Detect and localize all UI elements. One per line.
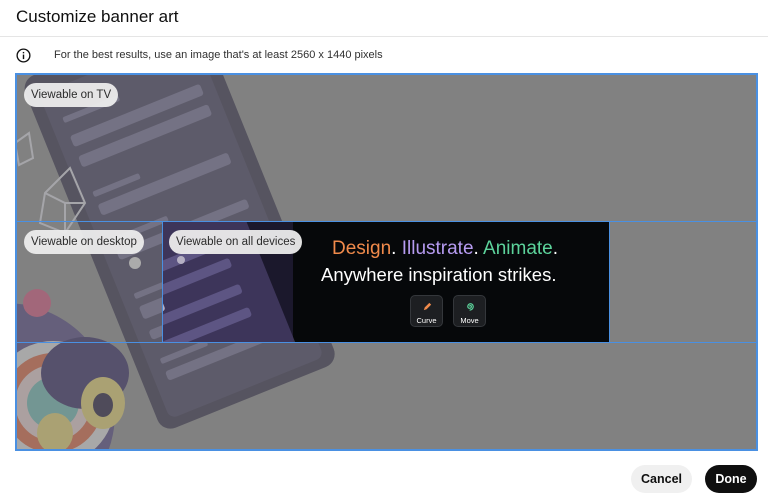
done-button[interactable]: Done <box>705 465 757 493</box>
info-icon <box>16 48 31 63</box>
tool-label: Curve <box>416 316 437 325</box>
spiral-icon <box>467 303 474 311</box>
tool-label: Move <box>460 316 479 325</box>
headline-illustrate: Illustrate <box>401 238 474 259</box>
banner-crop-editor[interactable]: Design. Illustrate. Animate. Anywhere in… <box>15 73 758 451</box>
banner-tool-move: Move <box>453 295 486 327</box>
info-row: For the best results, use an image that'… <box>0 38 768 72</box>
headline-dot: . <box>473 238 479 259</box>
headline-animate: Animate <box>483 238 553 259</box>
viewable-on-desktop-label: Viewable on desktop <box>24 230 144 254</box>
viewable-on-tv-label: Viewable on TV <box>24 83 119 107</box>
viewable-on-all-devices-label: Viewable on all devices <box>169 230 303 254</box>
dialog-title: Customize banner art <box>16 7 179 26</box>
headline-design: Design <box>332 238 392 259</box>
headline-dot: . <box>391 238 397 259</box>
banner-headline: Design. Illustrate. Animate. <box>332 238 558 260</box>
headline-dot: . <box>552 238 559 259</box>
banner-tool-curve: Curve <box>410 295 443 327</box>
banner-subline: Anywhere inspiration strikes. <box>321 264 557 285</box>
dialog-footer: Cancel Done <box>0 451 768 502</box>
info-text: For the best results, use an image that'… <box>54 49 383 61</box>
pen-icon <box>423 302 432 311</box>
cancel-button[interactable]: Cancel <box>631 465 692 493</box>
dialog-header: Customize banner art <box>0 0 768 37</box>
